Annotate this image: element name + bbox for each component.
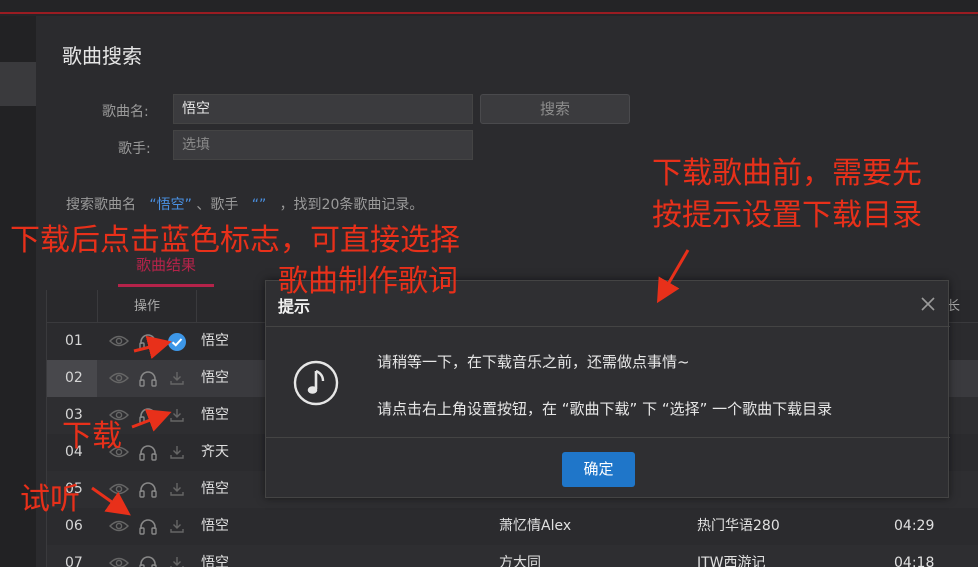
- arrow-to-download: [131, 409, 172, 432]
- annotation-arrows: [91, 249, 690, 516]
- arrow-to-listen: [91, 486, 131, 516]
- arrow-to-check: [133, 335, 172, 360]
- arrow-to-dialog: [656, 249, 690, 304]
